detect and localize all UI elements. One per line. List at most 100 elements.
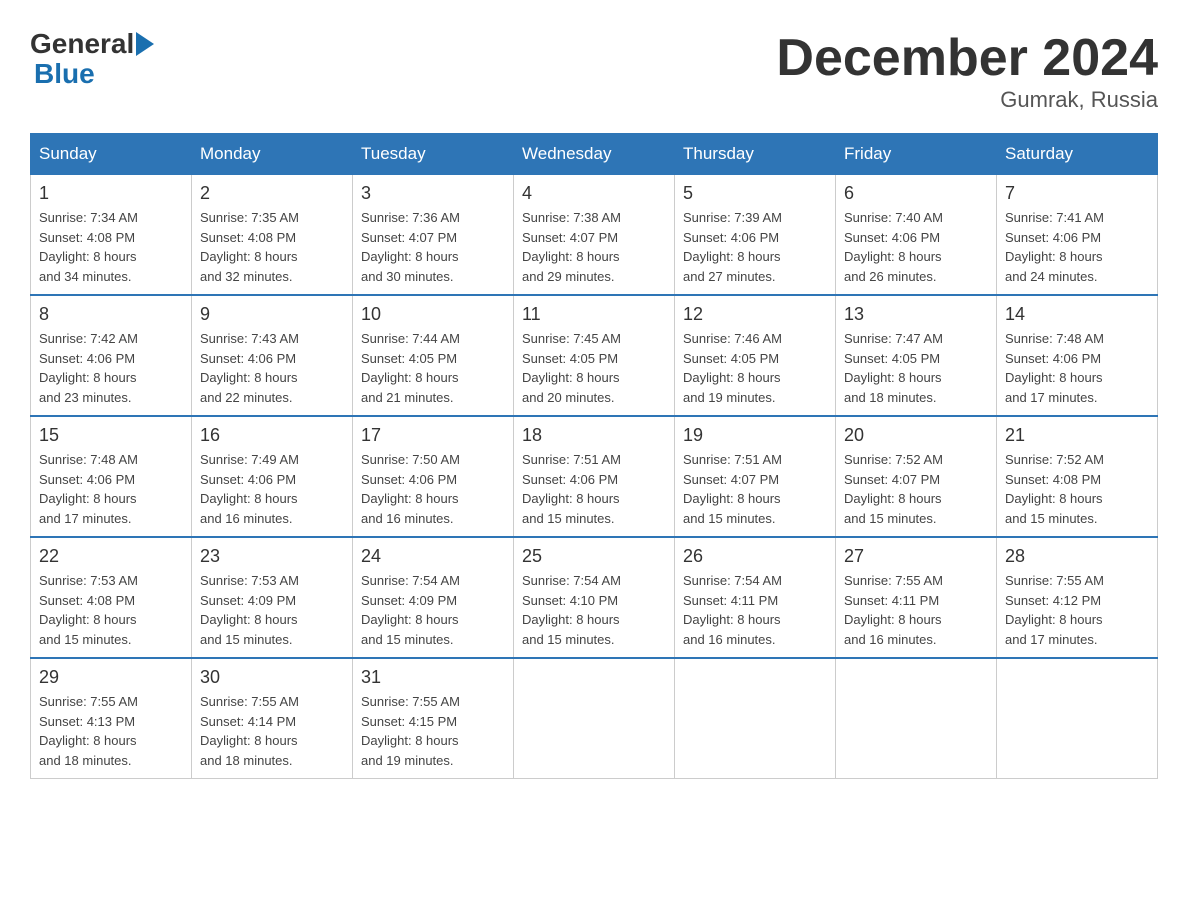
location: Gumrak, Russia [776,87,1158,113]
calendar-cell: 30Sunrise: 7:55 AMSunset: 4:14 PMDayligh… [192,658,353,779]
day-info: Sunrise: 7:43 AMSunset: 4:06 PMDaylight:… [200,329,344,407]
day-info: Sunrise: 7:38 AMSunset: 4:07 PMDaylight:… [522,208,666,286]
day-number: 2 [200,183,344,204]
calendar-header-row: SundayMondayTuesdayWednesdayThursdayFrid… [31,134,1158,175]
day-info: Sunrise: 7:40 AMSunset: 4:06 PMDaylight:… [844,208,988,286]
day-number: 26 [683,546,827,567]
calendar-cell: 10 Sunrise: 7:44 AMSunset: 4:05 PMDayligh… [353,295,514,416]
calendar-cell: 1 Sunrise: 7:34 AMSunset: 4:08 PMDaylight… [31,175,192,296]
day-info: Sunrise: 7:49 AMSunset: 4:06 PMDaylight:… [200,450,344,528]
calendar-cell: 26 Sunrise: 7:54 AMSunset: 4:11 PMDayligh… [675,537,836,658]
day-number: 18 [522,425,666,446]
calendar-cell: 14 Sunrise: 7:48 AMSunset: 4:06 PMDayligh… [997,295,1158,416]
day-number: 20 [844,425,988,446]
calendar-cell: 20 Sunrise: 7:52 AMSunset: 4:07 PMDayligh… [836,416,997,537]
day-number: 29 [39,667,183,688]
day-number: 5 [683,183,827,204]
day-number: 12 [683,304,827,325]
day-number: 16 [200,425,344,446]
day-info: Sunrise: 7:47 AMSunset: 4:05 PMDaylight:… [844,329,988,407]
day-info: Sunrise: 7:53 AMSunset: 4:08 PMDaylight:… [39,571,183,649]
day-number: 1 [39,183,183,204]
day-info: Sunrise: 7:45 AMSunset: 4:05 PMDaylight:… [522,329,666,407]
logo-general: General [30,30,134,58]
day-number: 28 [1005,546,1149,567]
calendar-week-1: 1 Sunrise: 7:34 AMSunset: 4:08 PMDaylight… [31,175,1158,296]
day-number: 31 [361,667,505,688]
day-info: Sunrise: 7:34 AMSunset: 4:08 PMDaylight:… [39,208,183,286]
day-info: Sunrise: 7:55 AMSunset: 4:14 PMDaylight:… [200,692,344,770]
calendar-cell: 11Sunrise: 7:45 AMSunset: 4:05 PMDayligh… [514,295,675,416]
calendar-cell [514,658,675,779]
calendar-cell: 6 Sunrise: 7:40 AMSunset: 4:06 PMDaylight… [836,175,997,296]
day-info: Sunrise: 7:52 AMSunset: 4:08 PMDaylight:… [1005,450,1149,528]
day-info: Sunrise: 7:41 AMSunset: 4:06 PMDaylight:… [1005,208,1149,286]
calendar-cell: 12 Sunrise: 7:46 AMSunset: 4:05 PMDayligh… [675,295,836,416]
day-info: Sunrise: 7:48 AMSunset: 4:06 PMDaylight:… [1005,329,1149,407]
header-monday: Monday [192,134,353,175]
calendar-cell: 4 Sunrise: 7:38 AMSunset: 4:07 PMDaylight… [514,175,675,296]
day-number: 22 [39,546,183,567]
calendar-cell: 24 Sunrise: 7:54 AMSunset: 4:09 PMDayligh… [353,537,514,658]
day-info: Sunrise: 7:54 AMSunset: 4:09 PMDaylight:… [361,571,505,649]
calendar-week-4: 22 Sunrise: 7:53 AMSunset: 4:08 PMDayligh… [31,537,1158,658]
day-number: 10 [361,304,505,325]
calendar-cell: 29Sunrise: 7:55 AMSunset: 4:13 PMDayligh… [31,658,192,779]
day-info: Sunrise: 7:55 AMSunset: 4:15 PMDaylight:… [361,692,505,770]
day-info: Sunrise: 7:55 AMSunset: 4:12 PMDaylight:… [1005,571,1149,649]
day-number: 25 [522,546,666,567]
day-number: 24 [361,546,505,567]
calendar-cell: 7 Sunrise: 7:41 AMSunset: 4:06 PMDaylight… [997,175,1158,296]
page-header: General Blue December 2024 Gumrak, Russi… [30,30,1158,113]
calendar-cell: 15Sunrise: 7:48 AMSunset: 4:06 PMDayligh… [31,416,192,537]
logo-arrow-icon [136,32,154,56]
calendar-cell: 21Sunrise: 7:52 AMSunset: 4:08 PMDayligh… [997,416,1158,537]
day-info: Sunrise: 7:36 AMSunset: 4:07 PMDaylight:… [361,208,505,286]
header-friday: Friday [836,134,997,175]
day-info: Sunrise: 7:42 AMSunset: 4:06 PMDaylight:… [39,329,183,407]
day-info: Sunrise: 7:50 AMSunset: 4:06 PMDaylight:… [361,450,505,528]
header-sunday: Sunday [31,134,192,175]
day-number: 27 [844,546,988,567]
calendar-cell: 9 Sunrise: 7:43 AMSunset: 4:06 PMDaylight… [192,295,353,416]
day-info: Sunrise: 7:44 AMSunset: 4:05 PMDaylight:… [361,329,505,407]
calendar-cell: 18Sunrise: 7:51 AMSunset: 4:06 PMDayligh… [514,416,675,537]
day-info: Sunrise: 7:54 AMSunset: 4:11 PMDaylight:… [683,571,827,649]
calendar-cell: 13Sunrise: 7:47 AMSunset: 4:05 PMDayligh… [836,295,997,416]
day-info: Sunrise: 7:52 AMSunset: 4:07 PMDaylight:… [844,450,988,528]
day-info: Sunrise: 7:51 AMSunset: 4:07 PMDaylight:… [683,450,827,528]
day-number: 8 [39,304,183,325]
day-number: 17 [361,425,505,446]
calendar-cell: 25Sunrise: 7:54 AMSunset: 4:10 PMDayligh… [514,537,675,658]
title-section: December 2024 Gumrak, Russia [776,30,1158,113]
calendar-cell: 3 Sunrise: 7:36 AMSunset: 4:07 PMDaylight… [353,175,514,296]
day-number: 3 [361,183,505,204]
calendar-cell: 8 Sunrise: 7:42 AMSunset: 4:06 PMDaylight… [31,295,192,416]
calendar-week-2: 8 Sunrise: 7:42 AMSunset: 4:06 PMDaylight… [31,295,1158,416]
calendar-cell [675,658,836,779]
calendar-cell: 31 Sunrise: 7:55 AMSunset: 4:15 PMDayligh… [353,658,514,779]
day-number: 7 [1005,183,1149,204]
header-tuesday: Tuesday [353,134,514,175]
calendar-cell: 19Sunrise: 7:51 AMSunset: 4:07 PMDayligh… [675,416,836,537]
header-thursday: Thursday [675,134,836,175]
header-wednesday: Wednesday [514,134,675,175]
calendar-cell: 2Sunrise: 7:35 AMSunset: 4:08 PMDaylight… [192,175,353,296]
day-number: 6 [844,183,988,204]
logo: General Blue [30,30,154,90]
calendar-cell: 23Sunrise: 7:53 AMSunset: 4:09 PMDayligh… [192,537,353,658]
day-number: 4 [522,183,666,204]
calendar-week-5: 29Sunrise: 7:55 AMSunset: 4:13 PMDayligh… [31,658,1158,779]
month-title: December 2024 [776,30,1158,87]
calendar-cell [997,658,1158,779]
logo-blue: Blue [34,58,154,90]
day-info: Sunrise: 7:53 AMSunset: 4:09 PMDaylight:… [200,571,344,649]
calendar-cell: 5Sunrise: 7:39 AMSunset: 4:06 PMDaylight… [675,175,836,296]
calendar-cell: 28 Sunrise: 7:55 AMSunset: 4:12 PMDayligh… [997,537,1158,658]
day-number: 9 [200,304,344,325]
calendar-week-3: 15Sunrise: 7:48 AMSunset: 4:06 PMDayligh… [31,416,1158,537]
day-info: Sunrise: 7:46 AMSunset: 4:05 PMDaylight:… [683,329,827,407]
day-number: 14 [1005,304,1149,325]
calendar-cell [836,658,997,779]
day-number: 15 [39,425,183,446]
